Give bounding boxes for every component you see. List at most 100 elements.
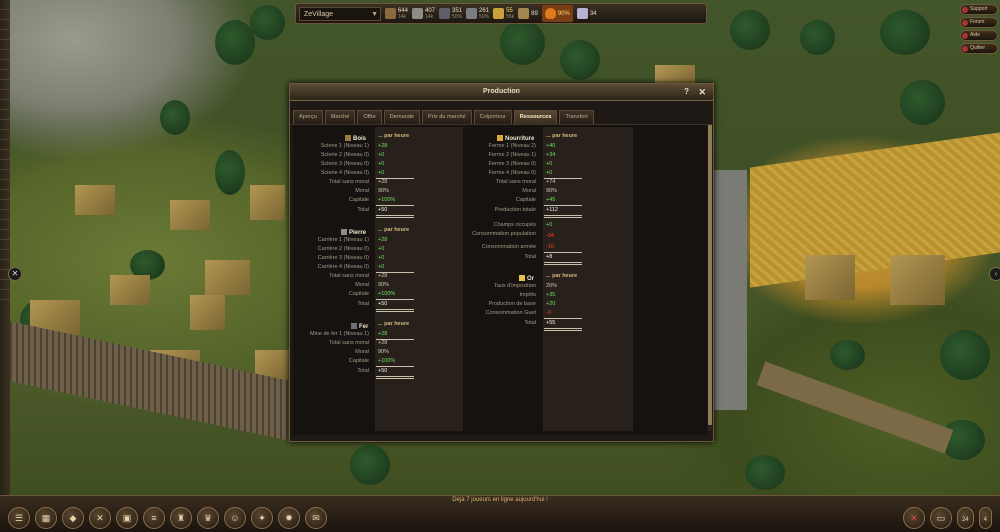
quit-icon [962, 45, 968, 52]
row-value: +28 [378, 331, 388, 337]
tab-marche[interactable]: Marché [324, 110, 356, 124]
support-button[interactable]: Support [960, 4, 998, 15]
row-label: Taux d'imposition [493, 283, 536, 289]
resource-gold[interactable]: 89 [518, 5, 538, 22]
row-value: +20 [546, 301, 556, 307]
menu-icon[interactable]: ☰ [8, 507, 30, 529]
row-label: Mine de fer 1 (Niveau 1) [310, 331, 369, 337]
row-value: +100% [378, 197, 396, 203]
soldier-icon[interactable]: ♜ [170, 507, 192, 529]
message-icon[interactable]: 24 [956, 507, 974, 529]
total-underline [376, 309, 414, 310]
row-label: Scierie 3 (Niveau 0) [320, 161, 369, 167]
tab-bar: Aperçu Marché Offre Demande Prix du marc… [290, 101, 713, 125]
food-icon [497, 135, 503, 141]
help-button[interactable]: Aide [960, 30, 998, 41]
fire-icon [544, 8, 556, 19]
row-label: Production totale [494, 207, 536, 213]
row-value: +28 [378, 273, 388, 279]
stone-icon[interactable]: ◆ [62, 507, 84, 529]
row-label: Carrière 2 (Niveau 0) [317, 246, 369, 252]
tools-icon [466, 8, 478, 19]
scrollbar-thumb[interactable] [708, 125, 712, 425]
row-value: 90% [378, 349, 390, 355]
row-value: +0 [378, 255, 385, 261]
row-label: Capitale [515, 197, 536, 203]
fer-header: Fer [351, 323, 368, 330]
row-value: +100% [378, 358, 396, 364]
tab-prix-du-marche[interactable]: Prix du marché [422, 110, 472, 124]
row-value: +0 [378, 170, 385, 176]
resource-food[interactable]: 55 55k [493, 5, 514, 22]
card-icon[interactable]: ▭ [929, 507, 952, 529]
production-window: Production ? ✕ Aperçu Marché Offre Deman… [289, 83, 714, 442]
gear-icon[interactable]: ✹ [278, 507, 300, 529]
row-label: Ferme 1 (Niveau 2) [488, 143, 536, 149]
row-label: Champs occupés [493, 222, 537, 228]
resource-wood[interactable]: 644 14k [385, 5, 408, 22]
portrait-icon[interactable]: ☺ [224, 507, 246, 529]
resource-crystal[interactable]: 34 [576, 5, 597, 22]
ranking-icon[interactable]: ♛ [197, 507, 219, 529]
left-close-icon[interactable]: ✕ [8, 267, 22, 281]
resource-tools[interactable]: 261 50% [466, 5, 489, 22]
resource-iron[interactable]: 351 50% [439, 5, 462, 22]
row-value: +0 [378, 246, 385, 252]
notification-icon[interactable]: 4 [978, 507, 992, 529]
bois-header: Bois [345, 135, 366, 142]
map-icon[interactable]: ▦ [35, 507, 57, 529]
row-label: Carrière 1 (Niveau 1) [317, 237, 369, 243]
row-value: -10 [546, 244, 554, 250]
divider [544, 205, 582, 206]
online-status: Déjà 7 joueurs en ligne aujourd'hui ! [452, 497, 548, 503]
row-value: +100% [378, 291, 396, 297]
row-label: Carrière 3 (Niveau 0) [317, 255, 369, 261]
row-label: Total sans moral [328, 340, 369, 346]
fer-per-hour: ... par heure [378, 321, 410, 327]
row-label: Ferme 4 (Niveau 0) [488, 170, 536, 176]
tab-colporteur[interactable]: Colporteur [473, 110, 512, 124]
scrollbar[interactable] [708, 125, 712, 431]
tab-demande[interactable]: Demande [383, 110, 420, 124]
stone-icon [341, 229, 347, 235]
letter-icon[interactable]: ✉ [305, 507, 327, 529]
tab-transfert[interactable]: Transfert [559, 110, 594, 124]
help-icon[interactable]: ? [684, 84, 689, 100]
or-header: Or [519, 275, 534, 282]
row-value: +50 [378, 368, 388, 374]
quit-button[interactable]: Quitter [960, 43, 998, 54]
right-menu: Support Forum Aide Quitter [960, 4, 998, 54]
divider [376, 299, 414, 300]
left-ruler [0, 0, 10, 495]
gem-icon[interactable]: ✦ [251, 507, 273, 529]
total-underline [544, 328, 582, 329]
scroll-icon[interactable]: ≡ [143, 507, 165, 529]
close-icon[interactable]: ✕ [698, 84, 706, 100]
tab-ressources[interactable]: Ressources [513, 110, 558, 124]
right-expand-icon[interactable]: ‹ [989, 267, 1000, 281]
row-label: Total [524, 320, 536, 326]
row-label: Scierie 2 (Niveau 0) [320, 152, 369, 158]
row-value: 90% [546, 188, 558, 194]
divider [544, 252, 582, 253]
row-label: Scierie 4 (Niveau 0) [320, 170, 369, 176]
tab-apercu[interactable]: Aperçu [293, 110, 323, 124]
tab-offre[interactable]: Offre [357, 110, 382, 124]
forum-button[interactable]: Forum [960, 17, 998, 28]
row-value: +28 [378, 179, 388, 185]
row-label: Production de base [488, 301, 536, 307]
resource-stone[interactable]: 407 14k [412, 5, 435, 22]
resource-morale[interactable]: 90% [541, 5, 573, 22]
wood-icon [385, 8, 396, 19]
window-title-bar[interactable]: Production ? ✕ [290, 84, 713, 101]
sword-red-icon[interactable]: ✕ [902, 507, 925, 529]
chest-icon[interactable]: ▣ [116, 507, 138, 529]
bottom-toolbar: Déjà 7 joueurs en ligne aujourd'hui ! ☰ … [0, 495, 1000, 532]
row-label: Consommation Guet [485, 310, 536, 316]
row-label: Moral [355, 349, 369, 355]
bois-per-hour: ... par heure [378, 133, 410, 139]
village-select[interactable]: ZeVillage ▼ [299, 6, 381, 21]
swords-icon[interactable]: ✕ [89, 507, 111, 529]
row-value: +0 [378, 161, 385, 167]
row-value: +55 [546, 320, 556, 326]
